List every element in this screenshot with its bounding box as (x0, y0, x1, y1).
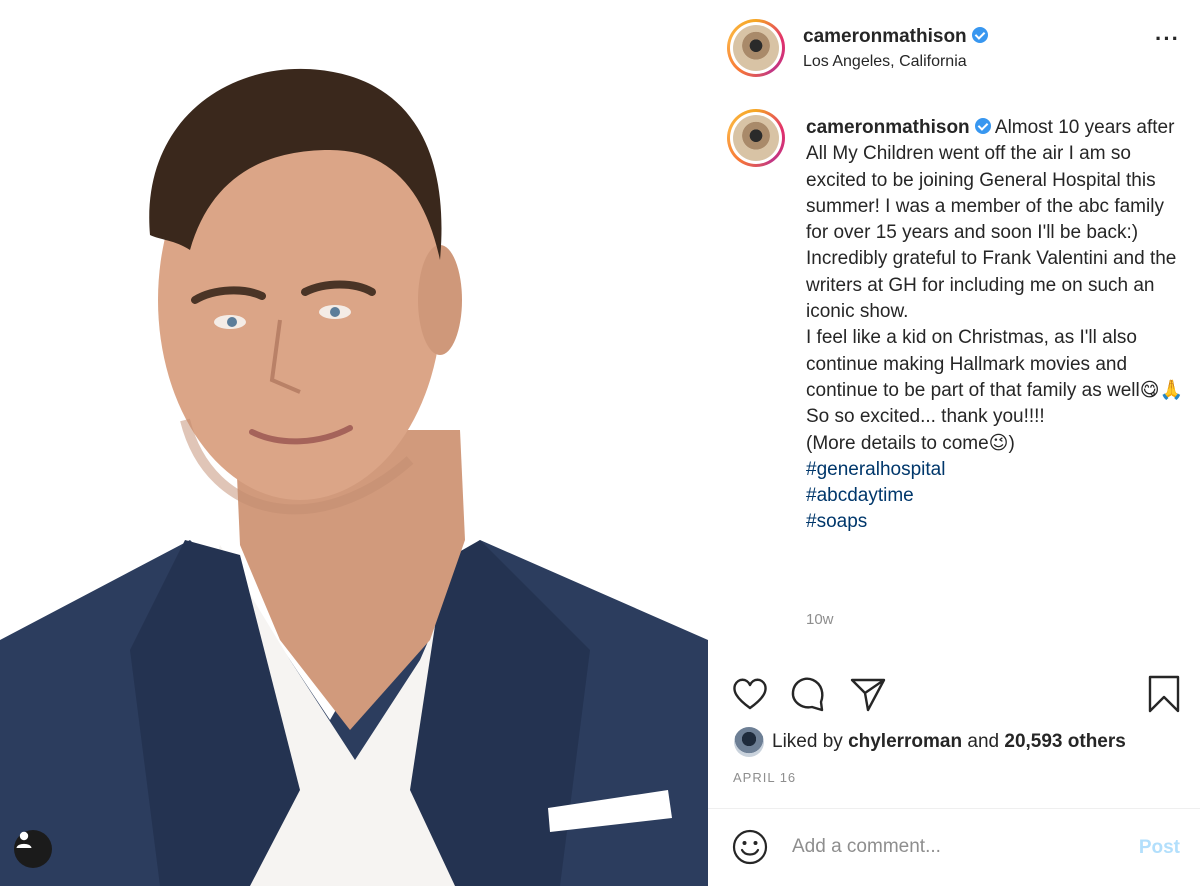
user-icon (16, 831, 32, 848)
post-photo[interactable] (0, 0, 708, 886)
emoji-icon[interactable] (732, 829, 768, 865)
hashtag-link[interactable]: #abcdaytime (806, 483, 1186, 509)
liked-user[interactable]: chylerroman (848, 731, 962, 753)
post-date: APRIL 16 (733, 770, 797, 785)
comment-bar: Post (708, 808, 1200, 886)
instagram-post: cameronmathison Los Angeles, California … (0, 0, 1200, 886)
caption-username[interactable]: cameronmathison (806, 117, 970, 138)
portrait-image (0, 0, 708, 886)
liked-others[interactable]: 20,593 others (1004, 731, 1125, 753)
author-avatar[interactable] (727, 19, 785, 77)
post-details-panel: cameronmathison Los Angeles, California … (708, 0, 1200, 886)
comment-icon[interactable] (788, 674, 828, 714)
action-bar (708, 670, 1200, 718)
share-icon[interactable] (848, 674, 888, 714)
post-caption: cameronmathison Almost 10 years after Al… (806, 115, 1186, 536)
liked-prefix: Liked by (772, 731, 843, 752)
likes-summary[interactable]: Liked by chylerroman and 20,593 others (734, 727, 1126, 757)
more-horizontal-icon[interactable]: ··· (1155, 28, 1180, 50)
caption-author-avatar[interactable] (727, 109, 785, 167)
post-location[interactable]: Los Angeles, California (803, 53, 967, 71)
bookmark-icon[interactable] (1146, 674, 1182, 714)
post-comment-button[interactable]: Post (1139, 837, 1180, 859)
author-name-row: cameronmathison (803, 26, 988, 48)
author-username[interactable]: cameronmathison (803, 26, 967, 47)
hashtag-link[interactable]: #generalhospital (806, 457, 1186, 483)
heart-icon[interactable] (730, 674, 770, 714)
caption-text: Almost 10 years after All My Children we… (806, 117, 1184, 454)
verified-badge-icon (974, 118, 991, 134)
post-age[interactable]: 10w (806, 611, 834, 628)
verified-badge-icon (971, 27, 988, 43)
liker-avatar[interactable] (734, 727, 764, 757)
hashtag-link[interactable]: #soaps (806, 509, 1186, 535)
liked-and: and (967, 731, 1000, 752)
post-header: cameronmathison Los Angeles, California … (708, 0, 1200, 100)
comment-input[interactable] (792, 833, 1122, 861)
tagged-users-button[interactable] (14, 830, 52, 868)
